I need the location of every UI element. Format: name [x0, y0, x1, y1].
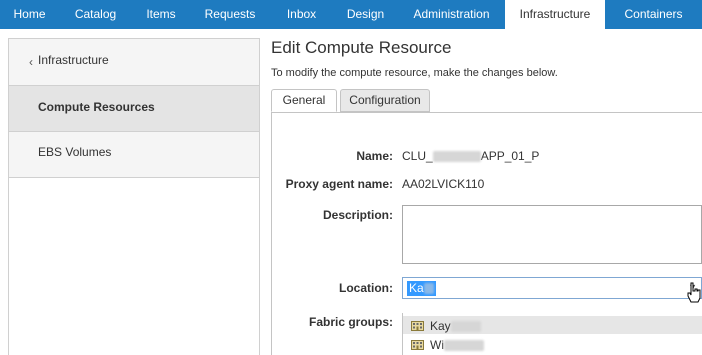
- name-value-prefix: CLU_: [402, 149, 433, 163]
- tab-administration[interactable]: Administration: [398, 0, 505, 29]
- location-value: Ka: [409, 281, 424, 295]
- option-label: Wi: [430, 338, 444, 352]
- location-selected-text: Ka: [407, 281, 436, 296]
- redacted-text: [444, 340, 484, 352]
- top-navigation: Home Catalog Items Requests Inbox Design…: [0, 0, 702, 29]
- location-select[interactable]: Ka ▼: [402, 277, 702, 299]
- hand-cursor-icon: [687, 282, 701, 303]
- tab-configuration[interactable]: Configuration: [340, 89, 430, 112]
- page-subtitle: To modify the compute resource, make the…: [271, 67, 558, 79]
- list-item[interactable]: Wi: [403, 335, 702, 353]
- tab-catalog[interactable]: Catalog: [59, 0, 132, 29]
- description-field[interactable]: [402, 205, 702, 264]
- building-icon: [411, 321, 424, 331]
- list-item-label: Kay: [430, 319, 481, 333]
- sidebar-item-label: EBS Volumes: [38, 145, 112, 159]
- sidebar-back-infrastructure[interactable]: ‹ Infrastructure: [9, 39, 259, 86]
- fabric-groups-label: Fabric groups:: [308, 315, 393, 329]
- redacted-text: [423, 283, 434, 295]
- sidebar-item-ebs-volumes[interactable]: EBS Volumes: [9, 132, 259, 178]
- proxy-agent-value: AA02LVICK110: [402, 177, 485, 191]
- location-dropdown-list: Kay Wi: [402, 313, 702, 355]
- list-item[interactable]: Kay: [403, 316, 702, 334]
- name-value-suffix: APP_01_P: [480, 149, 540, 163]
- tab-general[interactable]: General: [271, 89, 337, 112]
- chevron-left-icon: ‹: [29, 55, 33, 69]
- tab-design[interactable]: Design: [333, 0, 398, 29]
- sidebar-back-label: Infrastructure: [38, 53, 109, 67]
- list-item-label: Wi: [430, 338, 484, 352]
- tab-inbox[interactable]: Inbox: [270, 0, 333, 29]
- tab-infrastructure[interactable]: Infrastructure: [505, 0, 605, 29]
- page-title: Edit Compute Resource: [271, 38, 452, 57]
- option-label: Kay: [430, 319, 451, 333]
- redacted-text: [432, 151, 481, 163]
- tab-home[interactable]: Home: [0, 0, 59, 29]
- sidebar-item-label: Compute Resources: [38, 100, 155, 114]
- redacted-text: [450, 321, 481, 333]
- proxy-agent-label: Proxy agent name:: [285, 177, 393, 191]
- building-icon: [411, 340, 424, 350]
- location-label: Location:: [339, 281, 393, 295]
- tab-containers[interactable]: Containers: [605, 0, 702, 29]
- sidebar: ‹ Infrastructure Compute Resources EBS V…: [8, 38, 260, 355]
- name-label: Name:: [356, 149, 393, 163]
- description-label: Description:: [322, 208, 393, 222]
- tab-items[interactable]: Items: [132, 0, 190, 29]
- name-value: CLU_ APP_01_P: [402, 149, 539, 163]
- tab-requests[interactable]: Requests: [190, 0, 270, 29]
- sidebar-item-compute-resources[interactable]: Compute Resources: [9, 86, 259, 132]
